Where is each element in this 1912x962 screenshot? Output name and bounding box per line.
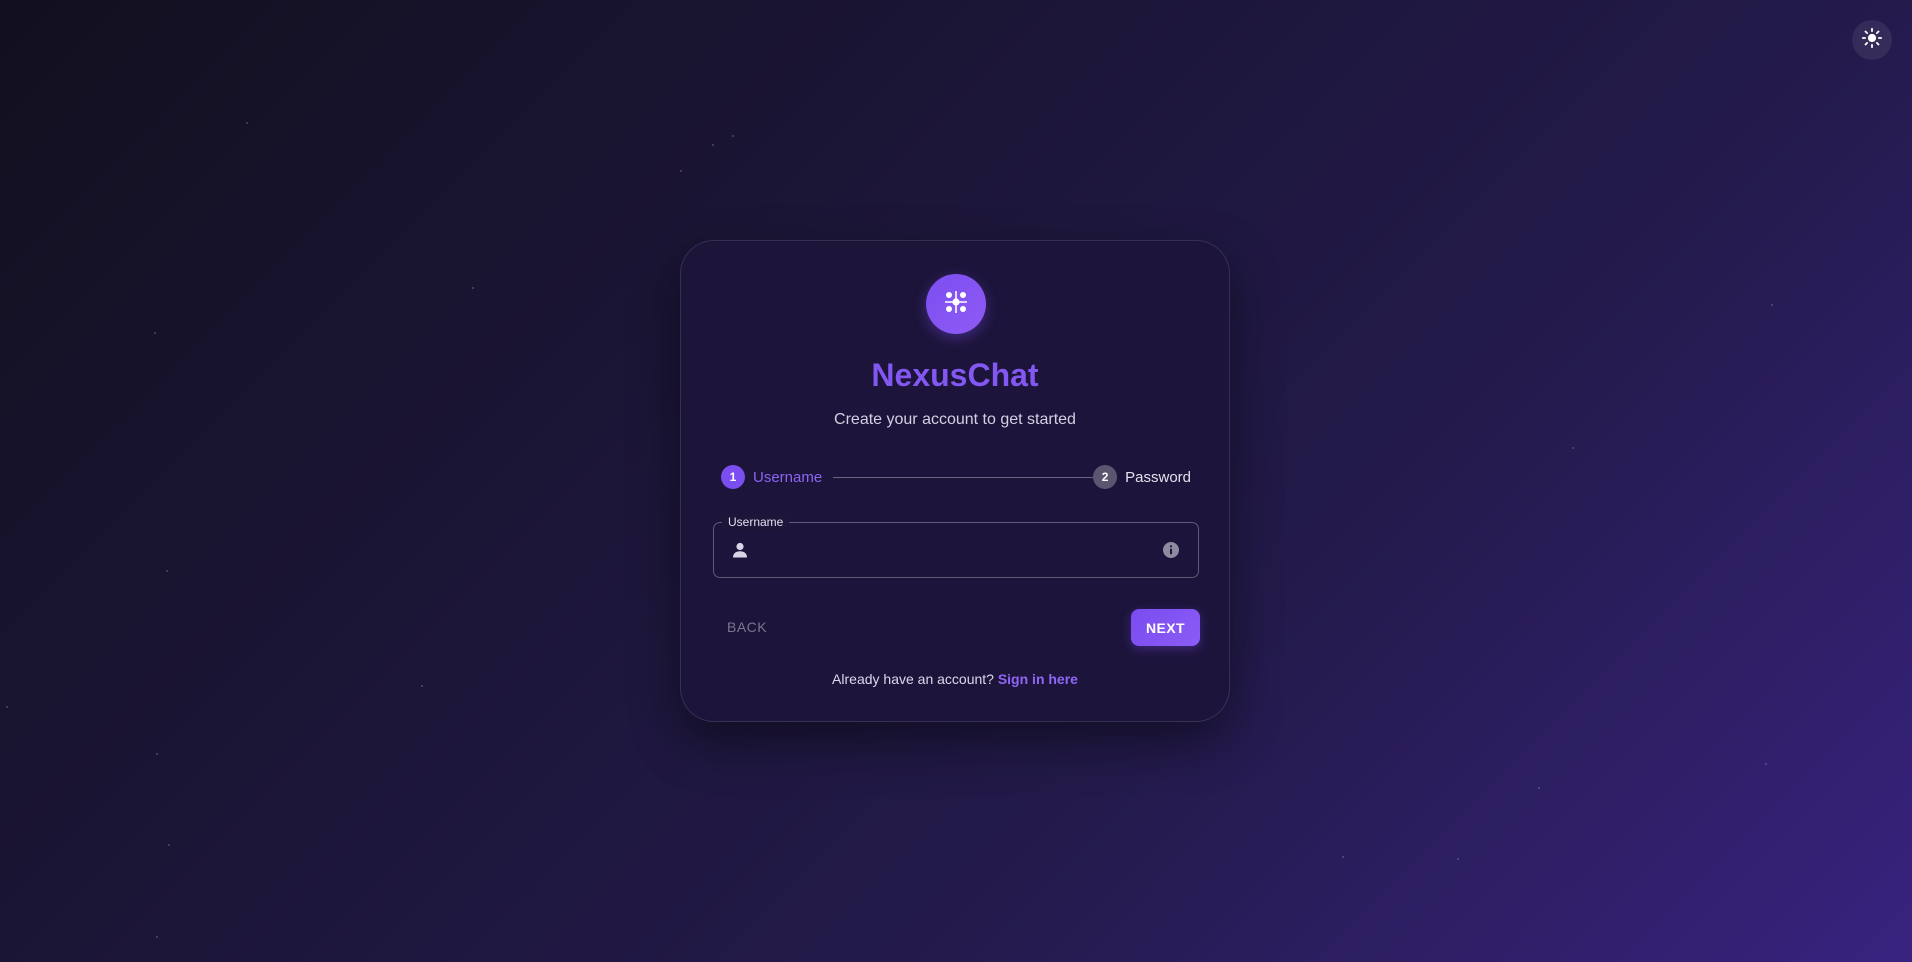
next-button[interactable]: NEXT <box>1131 609 1200 646</box>
background-star <box>1457 858 1459 860</box>
info-icon[interactable] <box>1162 541 1180 559</box>
background-star <box>154 332 156 334</box>
signin-prompt-text: Already have an account? <box>832 671 994 687</box>
step-label: Username <box>753 468 823 486</box>
theme-toggle-button[interactable] <box>1852 20 1892 60</box>
step-password: 2 Password <box>1093 465 1191 489</box>
sun-icon <box>1861 27 1883 54</box>
step-label: Password <box>1125 468 1191 486</box>
nexus-logo-icon <box>943 289 969 320</box>
signup-card: NexusChat Create your account to get sta… <box>680 240 1230 722</box>
step-connector <box>833 477 1095 478</box>
background-star <box>1342 856 1344 858</box>
person-icon <box>730 540 750 560</box>
page-subtitle: Create your account to get started <box>834 411 1076 428</box>
background-star <box>1765 763 1767 765</box>
step-username: 1 Username <box>721 465 822 489</box>
background-star <box>712 144 714 146</box>
background-star <box>156 753 158 755</box>
step-number: 2 <box>1093 465 1118 489</box>
back-button[interactable]: BACK <box>713 609 773 645</box>
background-star <box>156 936 158 938</box>
username-field-label: Username <box>722 514 790 530</box>
signin-prompt: Already have an account? Sign in here <box>681 671 1229 687</box>
background-star <box>1572 447 1574 449</box>
background-star <box>472 287 474 289</box>
background-star <box>680 170 682 172</box>
signin-link[interactable]: Sign in here <box>998 671 1078 687</box>
background-star <box>168 844 170 846</box>
background-star <box>6 706 8 708</box>
background-star <box>166 570 168 572</box>
background-star <box>246 122 248 124</box>
username-input[interactable] <box>758 533 1142 569</box>
step-number: 1 <box>721 465 745 489</box>
app-logo <box>926 274 986 334</box>
app-title: NexusChat <box>871 357 1039 393</box>
background-star <box>732 135 734 137</box>
signup-stepper: 1 Username 2 Password <box>721 465 1191 491</box>
background-star <box>1538 787 1540 789</box>
background-star <box>1771 304 1773 306</box>
username-field: Username <box>713 514 1199 578</box>
background-star <box>421 685 423 687</box>
